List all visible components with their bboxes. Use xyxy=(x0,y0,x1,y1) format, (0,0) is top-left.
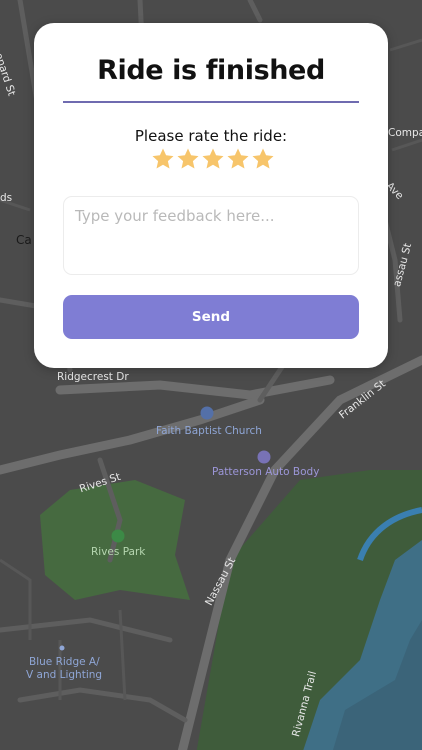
street-label: Ridgecrest Dr xyxy=(57,371,129,383)
star-icon[interactable] xyxy=(251,147,275,171)
ride-finished-dialog: Ride is finished Please rate the ride: S… xyxy=(34,23,388,368)
title-divider xyxy=(63,101,359,103)
place-label: Faith Baptist Church xyxy=(156,425,262,437)
star-icon[interactable] xyxy=(151,147,175,171)
place-label: Patterson Auto Body xyxy=(212,466,320,478)
place-label: Blue Ridge A/ xyxy=(29,656,100,668)
star-rating[interactable] xyxy=(151,147,275,171)
star-icon[interactable] xyxy=(226,147,250,171)
dialog-title: Ride is finished xyxy=(97,55,325,86)
street-label: Ca xyxy=(16,233,32,247)
feedback-input[interactable] xyxy=(63,196,359,275)
place-label: Rives Park xyxy=(91,546,146,558)
rate-prompt: Please rate the ride: xyxy=(134,127,288,145)
star-icon[interactable] xyxy=(201,147,225,171)
star-icon[interactable] xyxy=(176,147,200,171)
send-button[interactable]: Send xyxy=(63,295,359,339)
street-label: ds xyxy=(0,192,13,204)
place-label: V and Lighting xyxy=(26,669,103,681)
street-label: Compa xyxy=(388,127,422,139)
